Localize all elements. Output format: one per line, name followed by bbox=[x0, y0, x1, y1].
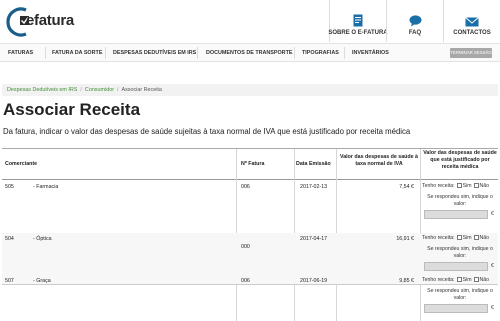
no-checkbox[interactable] bbox=[473, 235, 479, 240]
no-label: Não bbox=[479, 235, 490, 241]
yes-label: Sim bbox=[462, 235, 472, 241]
header-justified: Valor das despesas de saúde que está jus… bbox=[423, 150, 497, 170]
no-checkbox[interactable] bbox=[473, 277, 479, 282]
receipt-question: Tenho receita: bbox=[422, 235, 455, 241]
table-header: Comerciante Nº Fatura Data Emissão Valor… bbox=[2, 149, 498, 180]
currency-symbol: € bbox=[491, 305, 494, 311]
amount-value: 16,91 € bbox=[396, 236, 414, 242]
page-subtitle: Da fatura, indicar o valor das despesas … bbox=[3, 127, 411, 136]
table-row: 507 - Graça 006 2017-06-19 9,85 € Tenho … bbox=[2, 275, 498, 321]
nav-documentos-transporte[interactable]: DOCUMENTOS DE TRANSPORTE bbox=[206, 44, 292, 62]
header-amount: Valor das despesas de saúde à taxa norma… bbox=[339, 154, 419, 167]
breadcrumb-current: Associar Receita bbox=[121, 87, 162, 93]
about-efatura-label: SOBRE O E-FATURA bbox=[328, 30, 388, 36]
nav-tipografias[interactable]: TIPOGRAFIAS bbox=[302, 44, 339, 62]
invoice-number: 006 bbox=[241, 278, 250, 284]
merchant-nif: 507 bbox=[5, 278, 14, 284]
about-efatura-link[interactable]: SOBRE O E-FATURA bbox=[328, 0, 388, 42]
document-icon bbox=[353, 14, 363, 27]
yes-label: Sim bbox=[462, 183, 472, 189]
justified-value-input[interactable] bbox=[424, 304, 488, 313]
breadcrumb: Despesas Dedutíveis em IRS / Consumidor / As… bbox=[2, 84, 498, 96]
page-title: Associar Receita bbox=[3, 100, 141, 119]
invoice-number: 006 bbox=[241, 184, 250, 190]
issue-date: 2017-06-19 bbox=[300, 278, 328, 284]
invoice-number: 000 bbox=[241, 244, 250, 250]
nav-faturas[interactable]: FATURAS bbox=[8, 44, 33, 62]
value-hint: Se respondeu sim, indique o valor: bbox=[427, 194, 493, 207]
issue-date: 2017-02-13 bbox=[300, 184, 328, 190]
nav-despesas-dedutiveis[interactable]: DESPESAS DEDUTÍVEIS EM IRS bbox=[113, 44, 196, 62]
no-label: Não bbox=[479, 183, 490, 189]
breadcrumb-despesas[interactable]: Despesas Dedutíveis em IRS bbox=[7, 87, 77, 93]
contacts-label: CONTACTOS bbox=[453, 30, 491, 36]
no-label: Não bbox=[479, 277, 490, 283]
value-hint: Se respondeu sim, indique o valor: bbox=[427, 246, 493, 259]
merchant-nif: 505 bbox=[5, 184, 14, 190]
yes-checkbox[interactable] bbox=[456, 277, 462, 282]
nav-fatura-da-sorte[interactable]: FATURA DA SORTE bbox=[52, 44, 102, 62]
speech-bubble-icon bbox=[409, 15, 421, 27]
yes-label: Sim bbox=[462, 277, 472, 283]
efatura-logo[interactable]: efatura bbox=[4, 6, 79, 38]
currency-symbol: € bbox=[491, 211, 494, 217]
header-merchant: Comerciante bbox=[5, 161, 38, 167]
main-nav: FATURAS FATURA DA SORTE DESPESAS DEDUTÍV… bbox=[0, 43, 500, 62]
header-date: Data Emissão bbox=[296, 161, 331, 167]
amount-value: 9,85 € bbox=[399, 278, 414, 284]
merchant-nif: 504 bbox=[5, 236, 14, 242]
justified-value-input[interactable] bbox=[424, 262, 488, 271]
merchant-name: - Óptica bbox=[33, 236, 52, 242]
no-checkbox[interactable] bbox=[473, 183, 479, 188]
amount-value: 7,54 € bbox=[399, 184, 414, 190]
yes-checkbox[interactable] bbox=[456, 235, 462, 240]
receipt-question: Tenho receita: bbox=[422, 183, 455, 189]
contacts-link[interactable]: CONTACTOS bbox=[443, 0, 500, 42]
faq-link[interactable]: FAQ bbox=[386, 0, 443, 42]
issue-date: 2017-04-17 bbox=[300, 236, 328, 242]
merchant-name: - Farmacia bbox=[33, 184, 59, 190]
header: efatura SOBRE O E-FATURA FAQ CONTACTOS bbox=[0, 0, 500, 42]
nav-inventarios[interactable]: INVENTÁRIOS bbox=[352, 44, 389, 62]
receipts-table: Comerciante Nº Fatura Data Emissão Valor… bbox=[2, 148, 498, 321]
breadcrumb-consumidor[interactable]: Consumidor bbox=[85, 87, 114, 93]
faq-label: FAQ bbox=[408, 30, 422, 36]
receipt-question: Tenho receita: bbox=[422, 277, 455, 283]
justified-value-input[interactable] bbox=[424, 210, 488, 219]
currency-symbol: € bbox=[491, 263, 494, 269]
envelope-icon bbox=[465, 17, 479, 27]
logo-text: efatura bbox=[26, 12, 74, 29]
merchant-name: - Graça bbox=[33, 278, 51, 284]
yes-checkbox[interactable] bbox=[456, 183, 462, 188]
value-hint: Se respondeu sim, indique o valor: bbox=[427, 288, 493, 301]
logout-button[interactable]: TERMINAR SESSÃO bbox=[450, 48, 492, 58]
header-invoice: Nº Fatura bbox=[241, 161, 265, 167]
